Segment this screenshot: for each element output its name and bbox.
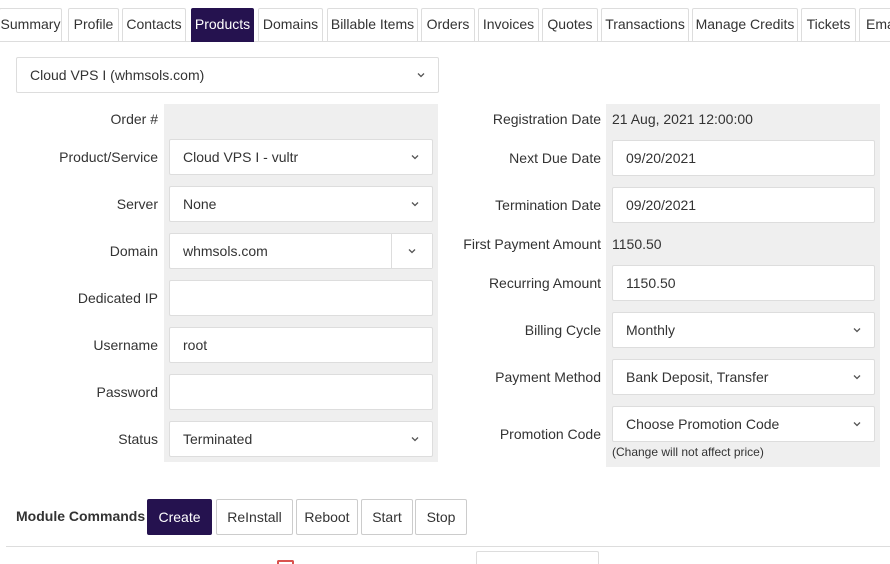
product-selector-value: Cloud VPS I (whmsols.com) <box>30 67 205 83</box>
status-label: Status <box>118 431 158 447</box>
tab-billable-items[interactable]: Billable Items <box>327 8 418 41</box>
termination-date-value: 09/20/2021 <box>626 197 697 213</box>
next-due-date-value: 09/20/2021 <box>626 150 697 166</box>
partial-input[interactable] <box>476 551 599 564</box>
promotion-code-hint: (Change will not affect price) <box>612 445 764 459</box>
chevron-down-icon <box>411 437 419 442</box>
password-input[interactable] <box>169 374 433 410</box>
order-number-label: Order # <box>110 111 158 127</box>
section-divider <box>6 546 890 547</box>
checkbox[interactable] <box>277 560 294 564</box>
username-value: root <box>183 337 208 353</box>
tab-orders[interactable]: Orders <box>421 8 475 41</box>
payment-method-value: Bank Deposit, Transfer <box>626 369 769 385</box>
status-value: Terminated <box>183 431 253 447</box>
domain-dropdown-button[interactable] <box>391 234 432 268</box>
recurring-amount-value: 1150.50 <box>626 275 676 291</box>
username-input[interactable]: root <box>169 327 433 363</box>
recurring-amount-input[interactable]: 1150.50 <box>612 265 875 301</box>
client-tabs: Summary Profile Contacts Products Domain… <box>0 0 890 42</box>
password-label: Password <box>96 384 158 400</box>
product-service-label: Product/Service <box>59 149 158 165</box>
dedicated-ip-label: Dedicated IP <box>77 290 158 306</box>
chevron-down-icon <box>853 375 861 380</box>
chevron-down-icon <box>853 422 861 427</box>
reboot-button[interactable]: Reboot <box>296 499 358 535</box>
next-due-date-input[interactable]: 09/20/2021 <box>612 140 875 176</box>
payment-method-select[interactable]: Bank Deposit, Transfer <box>612 359 875 395</box>
tab-summary[interactable]: Summary <box>0 8 62 41</box>
next-due-date-label: Next Due Date <box>509 150 601 166</box>
product-selector[interactable]: Cloud VPS I (whmsols.com) <box>16 57 439 93</box>
server-value: None <box>183 196 217 212</box>
tab-contacts[interactable]: Contacts <box>122 8 186 41</box>
username-label: Username <box>93 337 158 353</box>
tab-domains[interactable]: Domains <box>258 8 323 41</box>
billing-cycle-label: Billing Cycle <box>524 322 601 338</box>
tab-tickets[interactable]: Tickets <box>801 8 856 41</box>
domain-value: whmsols.com <box>183 243 268 259</box>
registration-date-value: 21 Aug, 2021 12:00:00 <box>612 111 753 127</box>
recurring-amount-label: Recurring Amount <box>488 275 601 291</box>
billing-cycle-value: Monthly <box>626 322 676 338</box>
termination-date-input[interactable]: 09/20/2021 <box>612 187 875 223</box>
tab-transactions[interactable]: Transactions <box>601 8 689 41</box>
tab-invoices[interactable]: Invoices <box>478 8 539 41</box>
chevron-down-icon <box>411 202 419 207</box>
registration-date-label: Registration Date <box>492 111 601 127</box>
tab-manage-credits[interactable]: Manage Credits <box>692 8 798 41</box>
payment-method-label: Payment Method <box>495 369 601 385</box>
promotion-code-value: Choose Promotion Code <box>626 416 780 432</box>
server-label: Server <box>116 196 158 212</box>
billing-cycle-select[interactable]: Monthly <box>612 312 875 348</box>
reinstall-button[interactable]: ReInstall <box>216 499 293 535</box>
promotion-code-select[interactable]: Choose Promotion Code <box>612 406 875 442</box>
domain-label: Domain <box>109 243 158 259</box>
product-service-value: Cloud VPS I - vultr <box>183 149 299 165</box>
first-payment-amount-label: First Payment Amount <box>463 236 601 252</box>
chevron-down-icon <box>411 155 419 160</box>
tab-profile[interactable]: Profile <box>68 8 119 41</box>
tab-quotes[interactable]: Quotes <box>542 8 598 41</box>
chevron-down-icon <box>408 249 416 254</box>
termination-date-label: Termination Date <box>495 197 601 213</box>
status-select[interactable]: Terminated <box>169 421 433 457</box>
promotion-code-label: Promotion Code <box>499 426 601 442</box>
stop-button[interactable]: Stop <box>415 499 467 535</box>
product-service-select[interactable]: Cloud VPS I - vultr <box>169 139 433 175</box>
tab-products[interactable]: Products <box>191 8 254 42</box>
module-commands-label: Module Commands : <box>16 508 154 524</box>
create-button[interactable]: Create <box>147 499 212 535</box>
chevron-down-icon <box>853 328 861 333</box>
server-select[interactable]: None <box>169 186 433 222</box>
tab-emails[interactable]: Ema <box>859 8 890 41</box>
chevron-down-icon <box>417 73 425 78</box>
first-payment-amount-value: 1150.50 <box>612 236 662 252</box>
start-button[interactable]: Start <box>361 499 413 535</box>
dedicated-ip-input[interactable] <box>169 280 433 316</box>
